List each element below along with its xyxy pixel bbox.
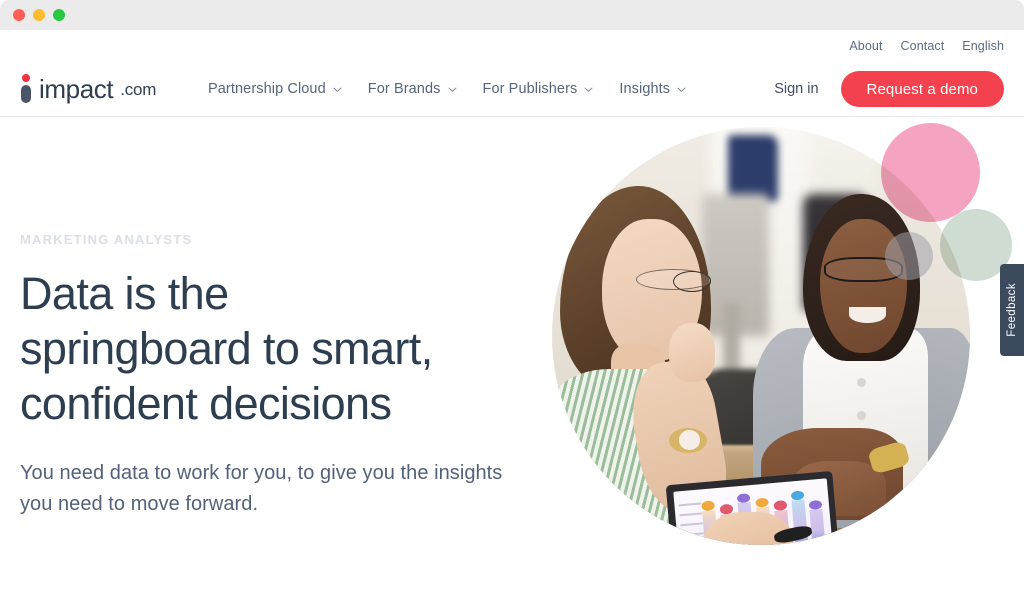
site-header: About Contact English impact .com Partne…	[0, 30, 1024, 117]
nav-label: Insights	[619, 81, 671, 97]
chevron-down-icon	[333, 85, 342, 94]
hero-title-line-2: springboard to smart,	[20, 322, 433, 374]
impact-logo-icon	[20, 74, 32, 104]
utility-nav: About Contact English	[849, 39, 1004, 53]
decor-gray-circle	[885, 232, 933, 280]
maximize-window-button[interactable]	[53, 9, 65, 21]
site-logo[interactable]: impact .com	[20, 74, 156, 104]
logo-wordmark: impact	[39, 74, 114, 104]
nav-label: For Brands	[367, 81, 441, 97]
hero-title: Data is the springboard to smart, confid…	[20, 267, 520, 432]
browser-window: About Contact English impact .com Partne…	[0, 0, 1024, 592]
minimize-window-button[interactable]	[33, 9, 45, 21]
primary-nav: Partnership Cloud For Brands For Publish…	[208, 81, 686, 97]
logo-tld: .com	[120, 79, 157, 99]
page-viewport: About Contact English impact .com Partne…	[0, 30, 1024, 592]
chevron-down-icon	[584, 85, 593, 94]
traffic-light-controls	[13, 9, 65, 21]
chevron-down-icon	[677, 85, 686, 94]
chevron-down-icon	[448, 85, 457, 94]
feedback-tab[interactable]: Feedback	[1000, 264, 1024, 356]
utility-link-about[interactable]: About	[849, 39, 882, 53]
nav-item-insights[interactable]: Insights	[619, 81, 686, 97]
hero-title-line-1: Data is the	[20, 268, 229, 319]
nav-item-partnership-cloud[interactable]: Partnership Cloud	[208, 81, 342, 97]
hero-subtext: You need data to work for you, to give y…	[20, 461, 503, 515]
hero-title-line-3: confident decisions	[20, 377, 392, 429]
utility-link-language[interactable]: English	[962, 39, 1004, 53]
hero-eyebrow: MARKETING ANALYSTS	[20, 232, 193, 247]
hero-copy: MARKETING ANALYSTS Data is the springboa…	[20, 232, 520, 520]
nav-item-for-brands[interactable]: For Brands	[368, 81, 457, 97]
sign-in-link[interactable]: Sign in	[774, 81, 818, 97]
tablet-chart-bar	[808, 484, 826, 545]
nav-label: Partnership Cloud	[208, 81, 326, 97]
header-main-row: impact .com Partnership Cloud For Brands	[0, 61, 1024, 117]
request-a-demo-button[interactable]: Request a demo	[840, 71, 1004, 107]
header-actions: Sign in Request a demo	[774, 71, 1004, 107]
utility-link-contact[interactable]: Contact	[901, 39, 945, 53]
close-window-button[interactable]	[13, 9, 25, 21]
browser-titlebar	[0, 0, 1024, 30]
hero-artwork	[540, 117, 1024, 592]
nav-item-for-publishers[interactable]: For Publishers	[483, 81, 594, 97]
feedback-tab-label: Feedback	[1006, 283, 1018, 337]
nav-label: For Publishers	[482, 81, 578, 97]
hero-section: MARKETING ANALYSTS Data is the springboa…	[0, 117, 1024, 592]
decor-pink-circle	[881, 123, 980, 222]
